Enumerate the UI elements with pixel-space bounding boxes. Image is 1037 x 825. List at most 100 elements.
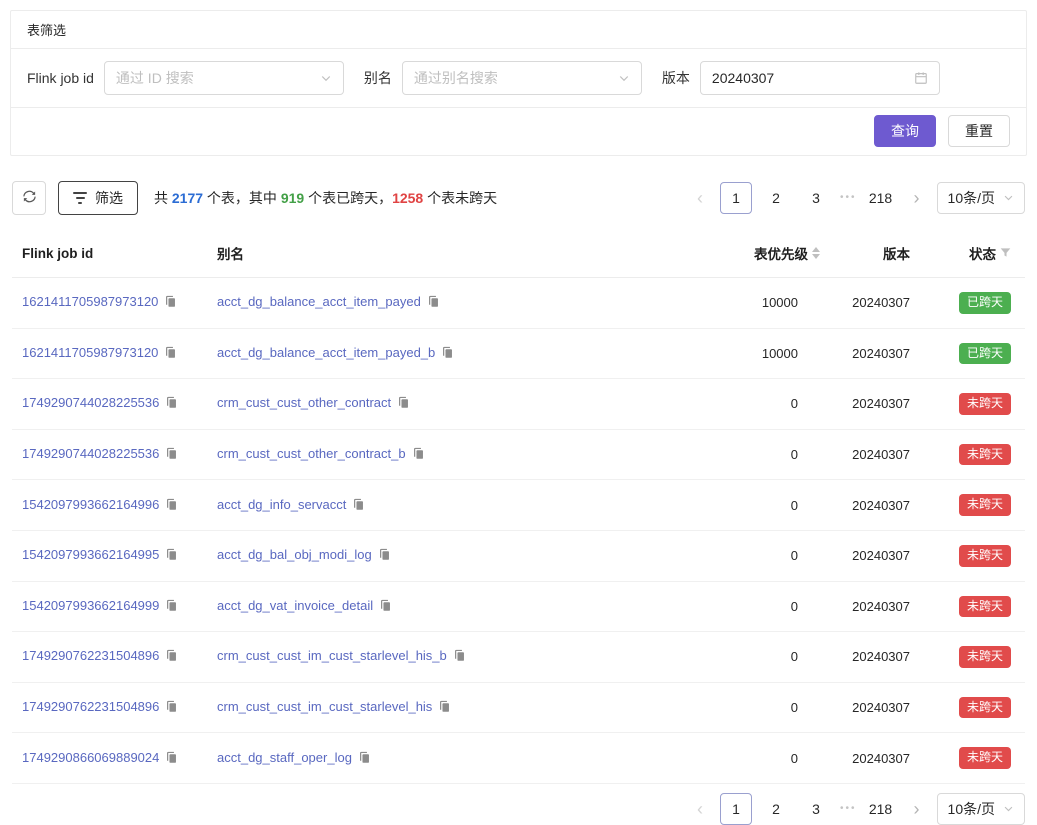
- next-page-button[interactable]: ›: [905, 793, 929, 825]
- page-button-2[interactable]: 2: [760, 793, 792, 825]
- copy-icon[interactable]: [165, 649, 178, 665]
- refresh-button[interactable]: [12, 181, 46, 215]
- job-id-link[interactable]: 1749290762231504896: [22, 648, 159, 663]
- priority-cell: 10000: [652, 278, 830, 329]
- prev-page-button[interactable]: ‹: [688, 182, 712, 214]
- flink-job-id-select[interactable]: [104, 61, 344, 95]
- stats-suffix: 个表未跨天: [423, 190, 497, 206]
- table-row[interactable]: 1542097993662164999 acct_dg_vat_invoice_…: [12, 581, 1025, 632]
- sort-icon[interactable]: [812, 247, 820, 259]
- copy-icon[interactable]: [165, 599, 178, 615]
- page-ellipsis[interactable]: •••: [840, 182, 857, 214]
- version-field: 版本: [662, 61, 940, 95]
- copy-icon[interactable]: [165, 396, 178, 412]
- page-size-select[interactable]: 10条/页: [937, 793, 1025, 825]
- page-button-2[interactable]: 2: [760, 182, 792, 214]
- job-id-link[interactable]: 1621411705987973120: [22, 345, 158, 360]
- job-id-link[interactable]: 1542097993662164999: [22, 598, 159, 613]
- chevron-down-icon: [1003, 190, 1014, 206]
- table-row[interactable]: 1621411705987973120 acct_dg_balance_acct…: [12, 278, 1025, 329]
- job-id-link[interactable]: 1542097993662164995: [22, 547, 159, 562]
- priority-cell: 0: [652, 632, 830, 683]
- table-row[interactable]: 1749290744028225536 crm_cust_cust_other_…: [12, 379, 1025, 430]
- table-row[interactable]: 1621411705987973120 acct_dg_balance_acct…: [12, 328, 1025, 379]
- alias-link[interactable]: crm_cust_cust_im_cust_starlevel_his_b: [217, 648, 447, 663]
- filter-lines-icon: [73, 192, 87, 204]
- copy-icon[interactable]: [164, 346, 177, 362]
- status-badge: 未跨天: [959, 444, 1011, 466]
- copy-icon[interactable]: [165, 700, 178, 716]
- copy-icon[interactable]: [164, 295, 177, 311]
- alias-select[interactable]: [402, 61, 642, 95]
- pagination-bottom: ‹ 1 2 3 ••• 218 › 10条/页: [688, 793, 1025, 825]
- alias-input[interactable]: [414, 70, 612, 86]
- copy-icon[interactable]: [165, 447, 178, 463]
- copy-icon[interactable]: [165, 498, 178, 514]
- alias-link[interactable]: crm_cust_cust_other_contract_b: [217, 446, 406, 461]
- page-button-3[interactable]: 3: [800, 182, 832, 214]
- query-button[interactable]: 查询: [874, 115, 936, 147]
- filter-toggle-button[interactable]: 筛选: [58, 181, 138, 215]
- alias-link[interactable]: acct_dg_balance_acct_item_payed: [217, 294, 421, 309]
- copy-icon[interactable]: [165, 548, 178, 564]
- page-button-1[interactable]: 1: [720, 182, 752, 214]
- copy-icon[interactable]: [412, 447, 425, 463]
- table-row[interactable]: 1749290866069889024 acct_dg_staff_oper_l…: [12, 733, 1025, 784]
- alias-link[interactable]: acct_dg_staff_oper_log: [217, 750, 352, 765]
- alias-link[interactable]: acct_dg_bal_obj_modi_log: [217, 547, 372, 562]
- priority-cell: 0: [652, 480, 830, 531]
- stats-mid1: 个表，其中: [203, 190, 281, 206]
- copy-icon[interactable]: [165, 751, 178, 767]
- copy-icon[interactable]: [397, 396, 410, 412]
- priority-cell: 0: [652, 682, 830, 733]
- page-button-1[interactable]: 1: [720, 793, 752, 825]
- page: 表筛选 Flink job id 别名: [0, 10, 1037, 777]
- alias-link[interactable]: acct_dg_vat_invoice_detail: [217, 598, 373, 613]
- copy-icon[interactable]: [453, 649, 466, 665]
- next-page-button[interactable]: ›: [905, 182, 929, 214]
- status-badge: 未跨天: [959, 646, 1011, 668]
- job-id-link[interactable]: 1749290866069889024: [22, 750, 159, 765]
- flink-job-id-input[interactable]: [116, 70, 314, 86]
- filter-actions: 查询 重置: [11, 108, 1026, 155]
- page-button-last[interactable]: 218: [865, 793, 897, 825]
- copy-icon[interactable]: [438, 700, 451, 716]
- copy-icon[interactable]: [378, 548, 391, 564]
- prev-page-button[interactable]: ‹: [688, 793, 712, 825]
- page-size-select[interactable]: 10条/页: [937, 182, 1025, 214]
- copy-icon[interactable]: [379, 599, 392, 615]
- table-row[interactable]: 1749290762231504896 crm_cust_cust_im_cus…: [12, 632, 1025, 683]
- refresh-icon: [22, 189, 37, 207]
- job-id-link[interactable]: 1542097993662164996: [22, 497, 159, 512]
- flink-job-id-field: Flink job id: [27, 61, 344, 95]
- results-table: Flink job id 别名 表优先级 版本 状态: [12, 229, 1025, 784]
- page-button-last[interactable]: 218: [865, 182, 897, 214]
- funnel-filter-icon[interactable]: [1000, 246, 1011, 261]
- job-id-link[interactable]: 1749290762231504896: [22, 699, 159, 714]
- alias-link[interactable]: crm_cust_cust_im_cust_starlevel_his: [217, 699, 432, 714]
- reset-button[interactable]: 重置: [948, 115, 1010, 147]
- table-row[interactable]: 1542097993662164996 acct_dg_info_servacc…: [12, 480, 1025, 531]
- copy-icon[interactable]: [352, 498, 365, 514]
- priority-cell: 0: [652, 733, 830, 784]
- alias-link[interactable]: acct_dg_info_servacct: [217, 497, 346, 512]
- status-badge: 未跨天: [959, 494, 1011, 516]
- page-button-3[interactable]: 3: [800, 793, 832, 825]
- job-id-link[interactable]: 1749290744028225536: [22, 446, 159, 461]
- alias-link[interactable]: acct_dg_balance_acct_item_payed_b: [217, 345, 435, 360]
- page-ellipsis[interactable]: •••: [840, 793, 857, 825]
- job-id-link[interactable]: 1749290744028225536: [22, 395, 159, 410]
- table-row[interactable]: 1749290744028225536 crm_cust_cust_other_…: [12, 429, 1025, 480]
- version-date-picker[interactable]: [700, 61, 940, 95]
- priority-cell: 10000: [652, 328, 830, 379]
- copy-icon[interactable]: [358, 751, 371, 767]
- page-size-value: 10条/页: [948, 799, 995, 819]
- version-date-input[interactable]: [712, 70, 908, 86]
- table-row[interactable]: 1749290762231504896 crm_cust_cust_im_cus…: [12, 682, 1025, 733]
- table-row[interactable]: 1542097993662164995 acct_dg_bal_obj_modi…: [12, 530, 1025, 581]
- alias-link[interactable]: crm_cust_cust_other_contract: [217, 395, 391, 410]
- job-id-link[interactable]: 1621411705987973120: [22, 294, 158, 309]
- bottom-bar: ‹ 1 2 3 ••• 218 › 10条/页: [12, 793, 1025, 825]
- copy-icon[interactable]: [427, 295, 440, 311]
- copy-icon[interactable]: [441, 346, 454, 362]
